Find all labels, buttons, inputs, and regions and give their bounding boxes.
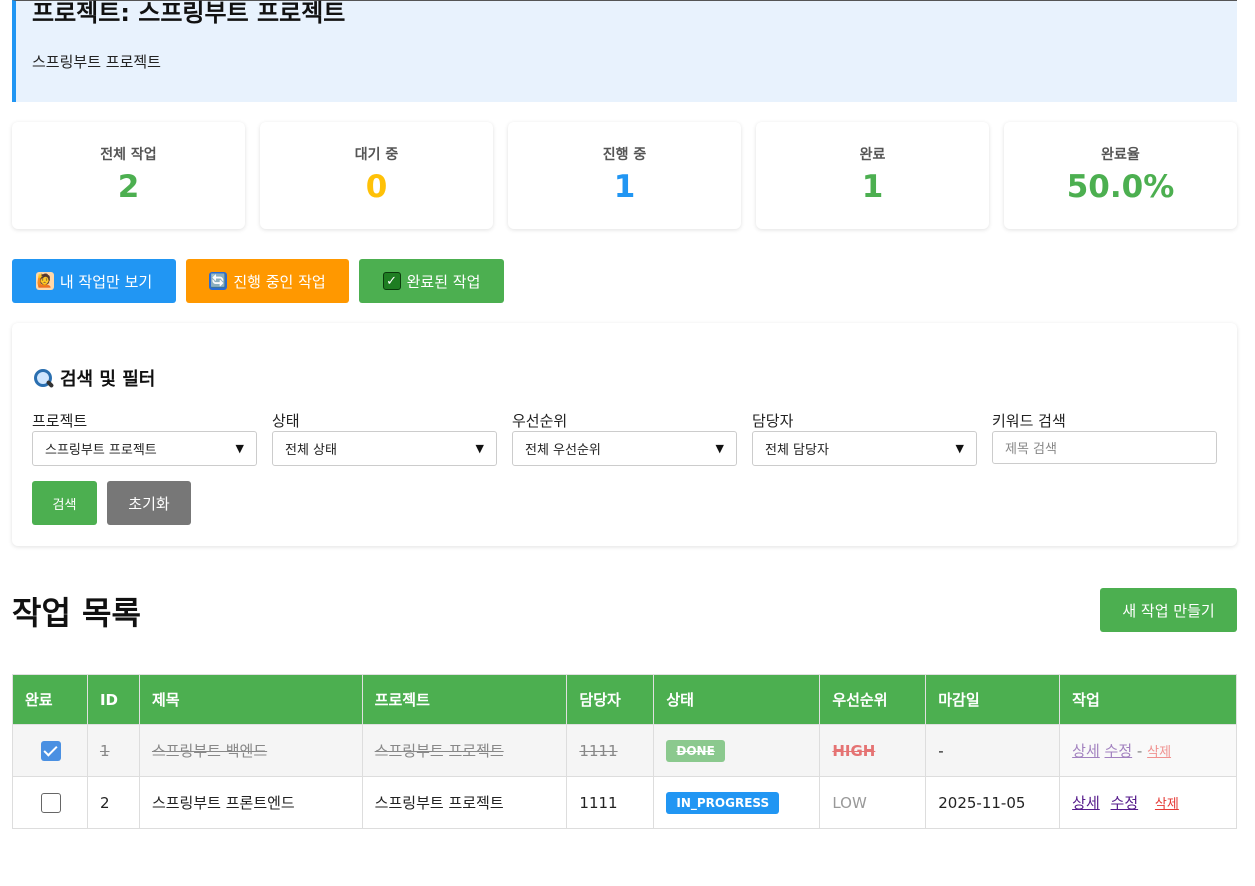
- column-header: 담당자: [566, 674, 655, 725]
- project-filter-value: 스프링부트 프로젝트: [45, 443, 157, 458]
- done-checkbox[interactable]: [41, 740, 61, 761]
- check-mark-icon: ✓: [382, 272, 401, 290]
- stat-card-done: 완료 1: [756, 122, 989, 229]
- page: 프로젝트: 스프링부트 프로젝트 스프링부트 프로젝트 전체 작업 2 대기 중…: [0, 0, 1255, 886]
- column-header: 프로젝트: [361, 674, 568, 725]
- chevron-down-icon: ▼: [955, 442, 964, 455]
- project-title: 프로젝트: 스프링부트 프로젝트: [32, 0, 346, 27]
- stat-card-completion-rate: 완료율 50.0%: [1004, 122, 1237, 229]
- column-header: 상태: [653, 674, 821, 725]
- keyword-placeholder: 제목 검색: [1005, 442, 1057, 457]
- edit-link[interactable]: 수정: [1111, 794, 1139, 812]
- column-header: 우선순위: [819, 674, 927, 725]
- search-filter-panel: 검색 및 필터 프로젝트 스프링부트 프로젝트 ▼ 상태 전체 상태 ▼ 우선순…: [12, 323, 1237, 546]
- status-filter-value: 전체 상태: [285, 443, 337, 458]
- done-checkbox[interactable]: [41, 792, 61, 813]
- done-cell: [12, 724, 88, 777]
- chevron-down-icon: ▼: [475, 442, 484, 455]
- table-row: 2 스프링부트 프론트엔드 스프링부트 프로젝트 1111 IN_PROGRES…: [12, 776, 1237, 829]
- task-id: 1: [99, 741, 110, 760]
- stat-value: 1: [861, 169, 884, 205]
- task-project: 스프링부트 프로젝트: [374, 794, 504, 812]
- column-header: 제목: [138, 674, 363, 725]
- my-tasks-button[interactable]: 🙋 내 작업만 보기: [12, 259, 176, 303]
- status-filter-select[interactable]: 전체 상태 ▼: [272, 431, 497, 466]
- task-assignee: 1111: [579, 793, 618, 812]
- search-filter-title: 검색 및 필터: [32, 365, 155, 391]
- task-title: 스프링부트 백엔드: [151, 742, 268, 760]
- detail-link[interactable]: 상세: [1072, 742, 1100, 760]
- priority-label: HIGH: [832, 741, 876, 760]
- stat-value: 2: [117, 169, 140, 205]
- actions-cell: 상세 수정 삭제: [1059, 776, 1237, 829]
- detail-link[interactable]: 상세: [1072, 794, 1100, 812]
- task-due-date: 2025-11-05: [938, 793, 1026, 812]
- column-header: ID: [86, 674, 140, 725]
- new-task-button[interactable]: 새 작업 만들기: [1100, 588, 1237, 632]
- assignee-filter-label: 담당자: [752, 412, 794, 430]
- keyword-input[interactable]: 제목 검색: [992, 431, 1217, 464]
- stat-label: 대기 중: [354, 147, 399, 163]
- keyword-label: 키워드 검색: [992, 412, 1066, 430]
- status-filter-label: 상태: [272, 412, 300, 430]
- refresh-icon: 🔄: [209, 272, 228, 290]
- action-separator: -: [1136, 742, 1143, 760]
- priority-label: LOW: [832, 793, 867, 812]
- stat-card-in-progress: 진행 중 1: [508, 122, 741, 229]
- magnifier-icon: [32, 367, 54, 389]
- stat-value: 0: [365, 169, 388, 205]
- column-header: 마감일: [925, 674, 1061, 725]
- task-title: 스프링부트 프론트엔드: [151, 794, 295, 812]
- stat-card-pending: 대기 중 0: [260, 122, 493, 229]
- priority-filter-value: 전체 우선순위: [525, 443, 601, 458]
- search-filter-title-text: 검색 및 필터: [60, 369, 156, 390]
- column-header: 완료: [12, 674, 88, 725]
- delete-link[interactable]: 삭제: [1155, 797, 1179, 812]
- assignee-filter-select[interactable]: 전체 담당자 ▼: [752, 431, 977, 466]
- task-table: 완료 ID 제목 프로젝트 담당자 상태 우선순위 마감일 작업 1 스프링부트…: [12, 674, 1237, 829]
- table-row: 1 스프링부트 백엔드 스프링부트 프로젝트 1111 DONE HIGH - …: [12, 724, 1237, 777]
- stat-label: 전체 작업: [100, 147, 157, 163]
- chevron-down-icon: ▼: [235, 442, 244, 455]
- column-header: 작업: [1059, 674, 1237, 725]
- completed-tasks-label: 완료된 작업: [406, 272, 481, 291]
- project-filter-label: 프로젝트: [32, 412, 88, 430]
- delete-link[interactable]: 삭제: [1147, 745, 1171, 760]
- chevron-down-icon: ▼: [715, 442, 724, 455]
- edit-link[interactable]: 수정: [1105, 742, 1133, 760]
- assignee-filter-value: 전체 담당자: [765, 443, 829, 458]
- task-list-title: 작업 목록: [12, 594, 141, 632]
- stat-label: 완료: [859, 147, 886, 163]
- project-description: 스프링부트 프로젝트: [32, 53, 161, 71]
- my-tasks-label: 내 작업만 보기: [59, 272, 153, 291]
- priority-filter-select[interactable]: 전체 우선순위 ▼: [512, 431, 737, 466]
- stat-card-total: 전체 작업 2: [12, 122, 245, 229]
- table-header-row: 완료 ID 제목 프로젝트 담당자 상태 우선순위 마감일 작업: [12, 674, 1237, 725]
- task-due-date: -: [938, 741, 944, 760]
- stat-label: 진행 중: [602, 147, 647, 163]
- stat-label: 완료율: [1101, 147, 1140, 163]
- stat-value: 1: [613, 169, 636, 205]
- in-progress-tasks-label: 진행 중인 작업: [233, 272, 326, 291]
- project-filter-select[interactable]: 스프링부트 프로젝트 ▼: [32, 431, 257, 466]
- status-badge: IN_PROGRESS: [666, 791, 780, 814]
- done-cell: [12, 776, 88, 829]
- actions-cell: 상세 수정 - 삭제: [1059, 724, 1237, 777]
- reset-button[interactable]: 초기화: [107, 481, 191, 525]
- search-button[interactable]: 검색: [32, 481, 97, 525]
- project-header: 프로젝트: 스프링부트 프로젝트 스프링부트 프로젝트: [12, 0, 1237, 102]
- task-project: 스프링부트 프로젝트: [374, 742, 504, 760]
- in-progress-tasks-button[interactable]: 🔄 진행 중인 작업: [186, 259, 349, 303]
- completed-tasks-button[interactable]: ✓ 완료된 작업: [359, 259, 504, 303]
- priority-filter-label: 우선순위: [512, 412, 568, 430]
- stat-value: 50.0%: [1066, 169, 1175, 205]
- task-assignee: 1111: [579, 741, 618, 760]
- status-badge: DONE: [666, 739, 725, 762]
- task-id: 2: [99, 793, 110, 812]
- person-raising-hand-icon: 🙋: [35, 272, 54, 290]
